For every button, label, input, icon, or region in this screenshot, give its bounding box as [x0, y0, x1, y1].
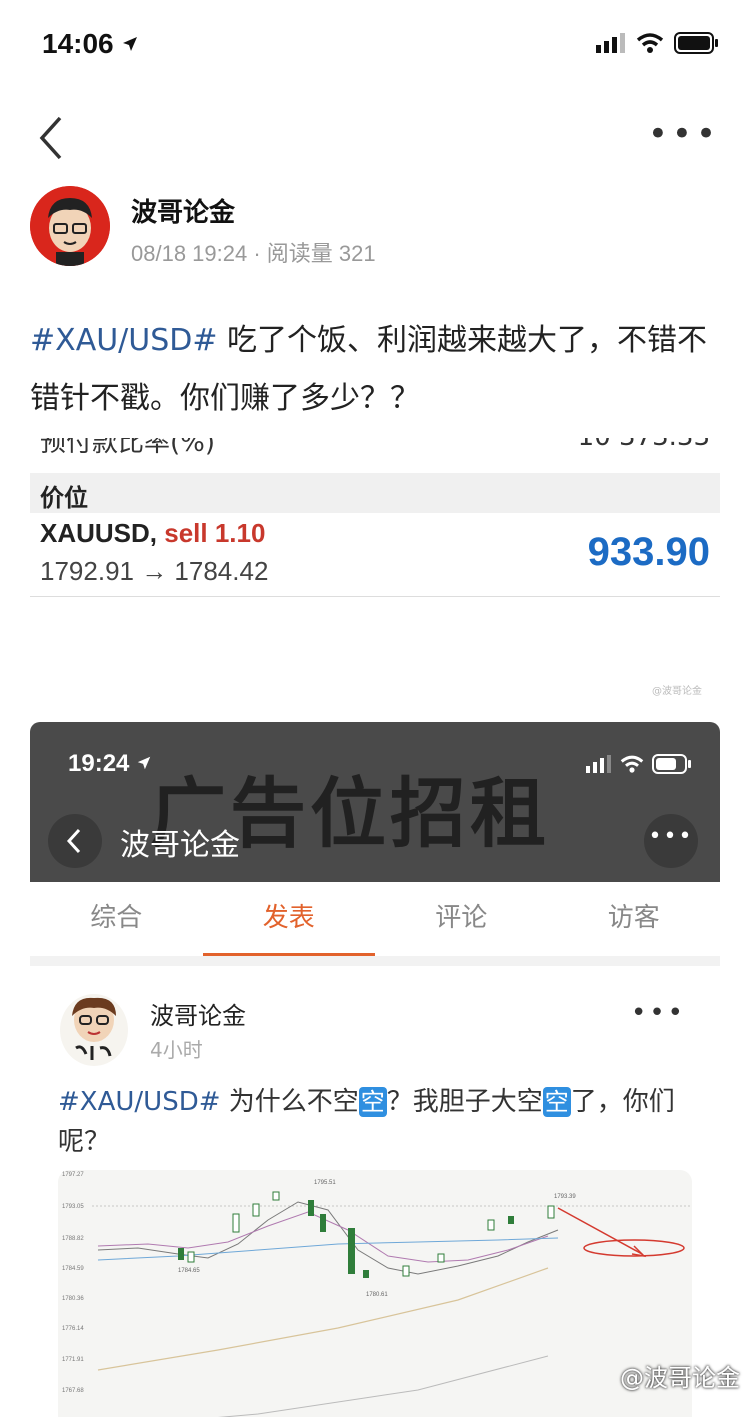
embedded-back-button [48, 814, 102, 868]
location-arrow-icon [137, 756, 151, 770]
post-meta: 08/18 19:24 · 阅读量 321 [131, 241, 376, 266]
wifi-icon [636, 33, 664, 53]
y-tick: 1793.05 [62, 1204, 84, 1210]
y-tick: 1767.68 [62, 1388, 84, 1394]
cut-off-left: 预付款比率(%) [40, 438, 215, 458]
price-chart: 1797.27 1793.05 1788.82 1784.59 1780.36 … [58, 1170, 692, 1417]
embedded-more-button: ••• [644, 814, 698, 868]
embedded-time: 19:24 [68, 750, 152, 778]
embedded-post-more: ••• [630, 998, 686, 1028]
y-tick: 1780.36 [62, 1296, 84, 1302]
signal-icon [586, 755, 611, 773]
cut-off-right: 10 373.33 [578, 438, 710, 452]
price-header: 价位 [30, 473, 720, 513]
avatar[interactable] [30, 186, 110, 266]
embedded-post-text: #XAU/USD# 为什么不空空？我胆子大空空了，你们呢？ [58, 1087, 675, 1157]
image-watermark: @波哥论金 [652, 686, 702, 697]
tab-posts: 发表 [202, 882, 376, 956]
status-icons [596, 32, 720, 54]
chevron-left-icon [39, 116, 62, 160]
trade-side: sell 1.10 [164, 518, 266, 548]
embedded-post-time: 4小时 [150, 1038, 203, 1062]
status-time: 14:06 [42, 28, 139, 60]
embedded-tabs: 综合 发表 评论 访客 [30, 882, 720, 956]
chevron-left-icon [66, 828, 81, 854]
kong-emoji: 空 [542, 1087, 571, 1117]
back-button[interactable] [34, 112, 74, 168]
trade-range: 1792.91 → 1784.42 [40, 556, 269, 586]
tab-visitors: 访客 [607, 903, 660, 933]
location-arrow-icon [123, 37, 138, 51]
section-gap [30, 956, 720, 966]
embedded-avatar [60, 994, 128, 1066]
embedded-status-icons [586, 754, 692, 774]
chart-left-low-label: 1784.65 [178, 1268, 200, 1274]
kong-emoji: 空 [358, 1087, 387, 1117]
avatar-cartoon-icon [30, 186, 110, 266]
author-name[interactable]: 波哥论金 [131, 192, 235, 229]
embedded-screenshot[interactable]: 广告位招租 19:24 波哥论金 ••• 综合 发表 评论 访客 波哥论金 4小… [30, 722, 720, 1417]
avatar-cartoon-icon [72, 997, 116, 1060]
tab-overview: 综合 [90, 903, 143, 933]
y-tick: 1771.91 [62, 1357, 84, 1363]
candles [178, 1191, 555, 1278]
page-watermark: @波哥论金 [620, 1364, 740, 1392]
more-button[interactable]: ••• [648, 117, 720, 151]
y-tick: 1788.82 [62, 1236, 84, 1242]
cut-off-row: 预付款比率(%) 10 373.33 [30, 438, 720, 462]
y-tick: 1797.27 [62, 1172, 84, 1178]
trade-profit: 933.90 [587, 530, 710, 574]
embedded-author-name: 波哥论金 [150, 1002, 246, 1030]
trade-symbol: XAUUSD, sell 1.10 [40, 518, 266, 548]
y-tick: 1776.14 [62, 1326, 84, 1332]
embedded-title: 波哥论金 [120, 828, 240, 863]
divider [30, 596, 720, 597]
tab-comments: 评论 [435, 903, 488, 933]
battery-icon [674, 32, 718, 54]
chart-high-label: 1795.51 [314, 1180, 336, 1186]
hashtag-link[interactable]: #XAU/USD# [30, 323, 218, 358]
candlestick-chart: 1797.27 1793.05 1788.82 1784.59 1780.36 … [62, 1172, 692, 1417]
battery-icon [652, 754, 691, 774]
wifi-icon [620, 755, 644, 773]
chart-last-label: 1793.39 [554, 1194, 576, 1200]
signal-icon [596, 33, 625, 53]
y-tick: 1784.59 [62, 1266, 84, 1272]
embedded-header: 广告位招租 19:24 波哥论金 ••• [30, 722, 720, 882]
chart-low-label: 1780.61 [366, 1292, 388, 1298]
post-text: #XAU/USD# 吃了个饭、利润越来越大了，不错不错针不戳。你们赚了多少？？ [30, 312, 720, 428]
